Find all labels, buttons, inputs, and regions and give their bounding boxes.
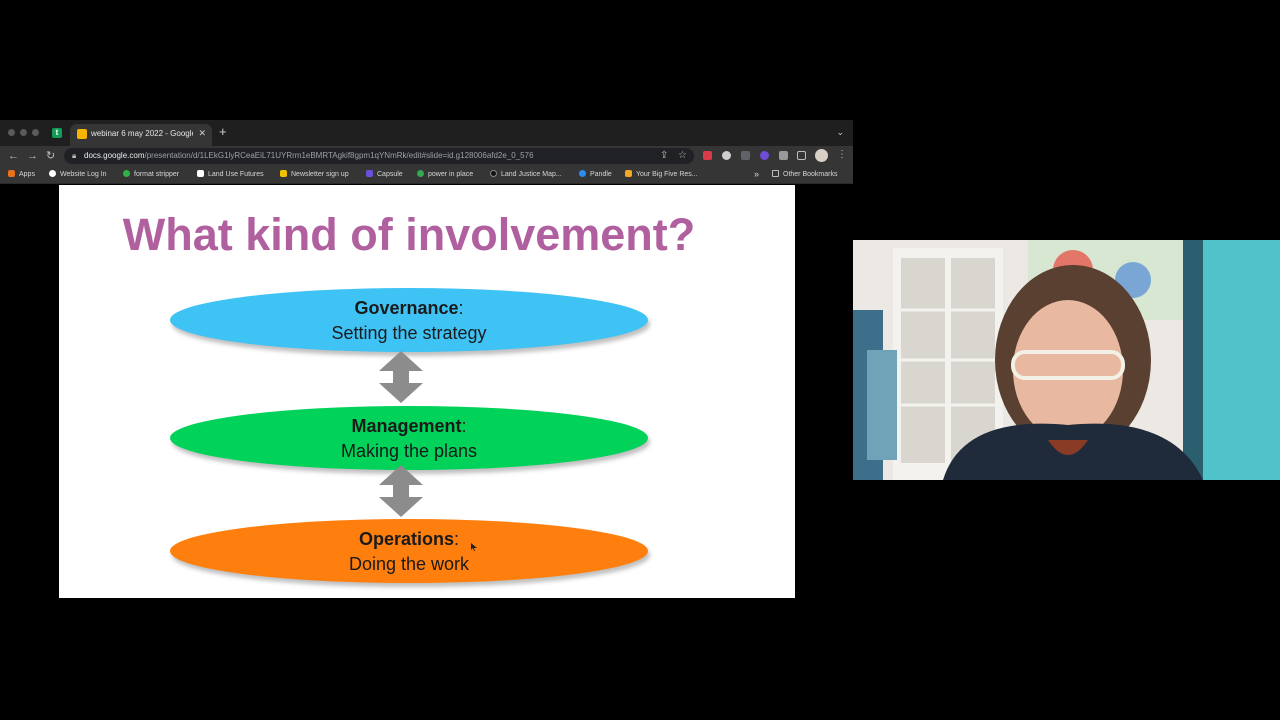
bookmark-newsletter[interactable]: Newsletter sign up	[280, 170, 349, 178]
apps-grid-icon	[8, 170, 15, 177]
bookmarks-overflow-icon[interactable]: »	[754, 169, 759, 179]
minimize-window-button[interactable]	[20, 129, 27, 136]
slide-title: What kind of involvement?	[122, 209, 696, 260]
reload-icon[interactable]: ↻	[46, 149, 55, 163]
forward-icon[interactable]: →	[27, 149, 38, 163]
new-tab-button[interactable]: +	[219, 125, 227, 139]
bookmark-apps[interactable]: Apps	[8, 170, 35, 178]
extension-icon[interactable]	[741, 151, 750, 160]
browser-toolbar: ← → ↻ 🔒︎ docs.google.com/presentation/d/…	[0, 146, 853, 166]
maximize-window-button[interactable]	[32, 129, 39, 136]
extensions-puzzle-icon[interactable]	[779, 151, 788, 160]
tab-bar: t webinar 6 may 2022 - Google ✕ + ⌄	[0, 120, 853, 146]
bookmark-land-justice-map[interactable]: Land Justice Map...	[490, 170, 562, 178]
slides-icon	[77, 129, 87, 139]
operations-ellipse: Operations: Doing the work	[170, 519, 648, 583]
close-tab-icon[interactable]: ✕	[198, 128, 206, 139]
menu-icon[interactable]: ⋮	[837, 149, 847, 160]
land-use-icon	[197, 170, 204, 177]
drive-icon	[417, 170, 424, 177]
extension-icon[interactable]	[760, 151, 769, 160]
tab-slides[interactable]: webinar 6 may 2022 - Google ✕	[70, 124, 212, 146]
big-five-icon	[625, 170, 632, 177]
capsule-icon	[366, 170, 373, 177]
url-text: docs.google.com/presentation/d/1LEkG1lyR…	[84, 151, 534, 160]
screen: t webinar 6 may 2022 - Google ✕ + ⌄ ← → …	[0, 0, 1280, 720]
bookmark-big-five[interactable]: Your Big Five Res...	[625, 170, 698, 178]
governance-ellipse: Governance: Setting the strategy	[170, 288, 648, 352]
double-arrow-icon	[379, 465, 423, 517]
bookmark-capsule[interactable]: Capsule	[366, 170, 403, 178]
pinned-tab[interactable]: t	[52, 128, 62, 138]
share-icon[interactable]: ⇪	[660, 150, 668, 161]
side-panel-icon[interactable]	[797, 151, 806, 160]
format-stripper-icon	[123, 170, 130, 177]
bookmark-star-icon[interactable]: ☆	[678, 150, 687, 161]
lock-icon: 🔒︎	[72, 151, 77, 160]
tab-search-icon[interactable]: ⌄	[836, 127, 844, 138]
other-bookmarks[interactable]: Other Bookmarks	[772, 170, 837, 178]
newsletter-icon	[280, 170, 287, 177]
double-arrow-icon	[379, 351, 423, 403]
slide-canvas: What kind of involvement? Governance: Se…	[59, 185, 795, 598]
website-icon	[49, 170, 56, 177]
operations-heading: Operations:	[358, 529, 460, 549]
map-icon	[490, 170, 497, 177]
close-window-button[interactable]	[8, 129, 15, 136]
bookmark-land-use-futures[interactable]: Land Use Futures	[197, 170, 264, 178]
bookmark-website-log-in[interactable]: Website Log In	[49, 170, 107, 178]
management-ellipse: Management: Making the plans	[170, 406, 648, 470]
back-icon[interactable]: ←	[8, 149, 19, 163]
mouse-cursor-icon	[471, 543, 477, 551]
bookmark-format-stripper[interactable]: format stripper	[123, 170, 179, 178]
pocket-extension-icon[interactable]	[703, 151, 712, 160]
governance-subtitle: Setting the strategy	[331, 323, 487, 343]
pandle-icon	[579, 170, 586, 177]
webcam-feed	[853, 240, 1280, 480]
governance-heading: Governance:	[354, 298, 464, 318]
bookmarks-bar: Apps Website Log In format stripper Land…	[0, 166, 853, 184]
presenter-video-icon	[853, 240, 1280, 480]
extension-icon[interactable]	[722, 151, 731, 160]
bookmark-power-in-place[interactable]: power in place	[417, 170, 473, 178]
management-subtitle: Making the plans	[340, 441, 478, 461]
profile-avatar[interactable]	[815, 149, 828, 162]
management-heading: Management:	[351, 416, 467, 436]
address-bar[interactable]: 🔒︎ docs.google.com/presentation/d/1LEkG1…	[64, 148, 694, 164]
folder-icon	[772, 170, 779, 177]
operations-subtitle: Doing the work	[348, 554, 470, 574]
tab-title: webinar 6 may 2022 - Google	[91, 129, 193, 138]
bookmark-pandle[interactable]: Pandle	[579, 170, 612, 178]
